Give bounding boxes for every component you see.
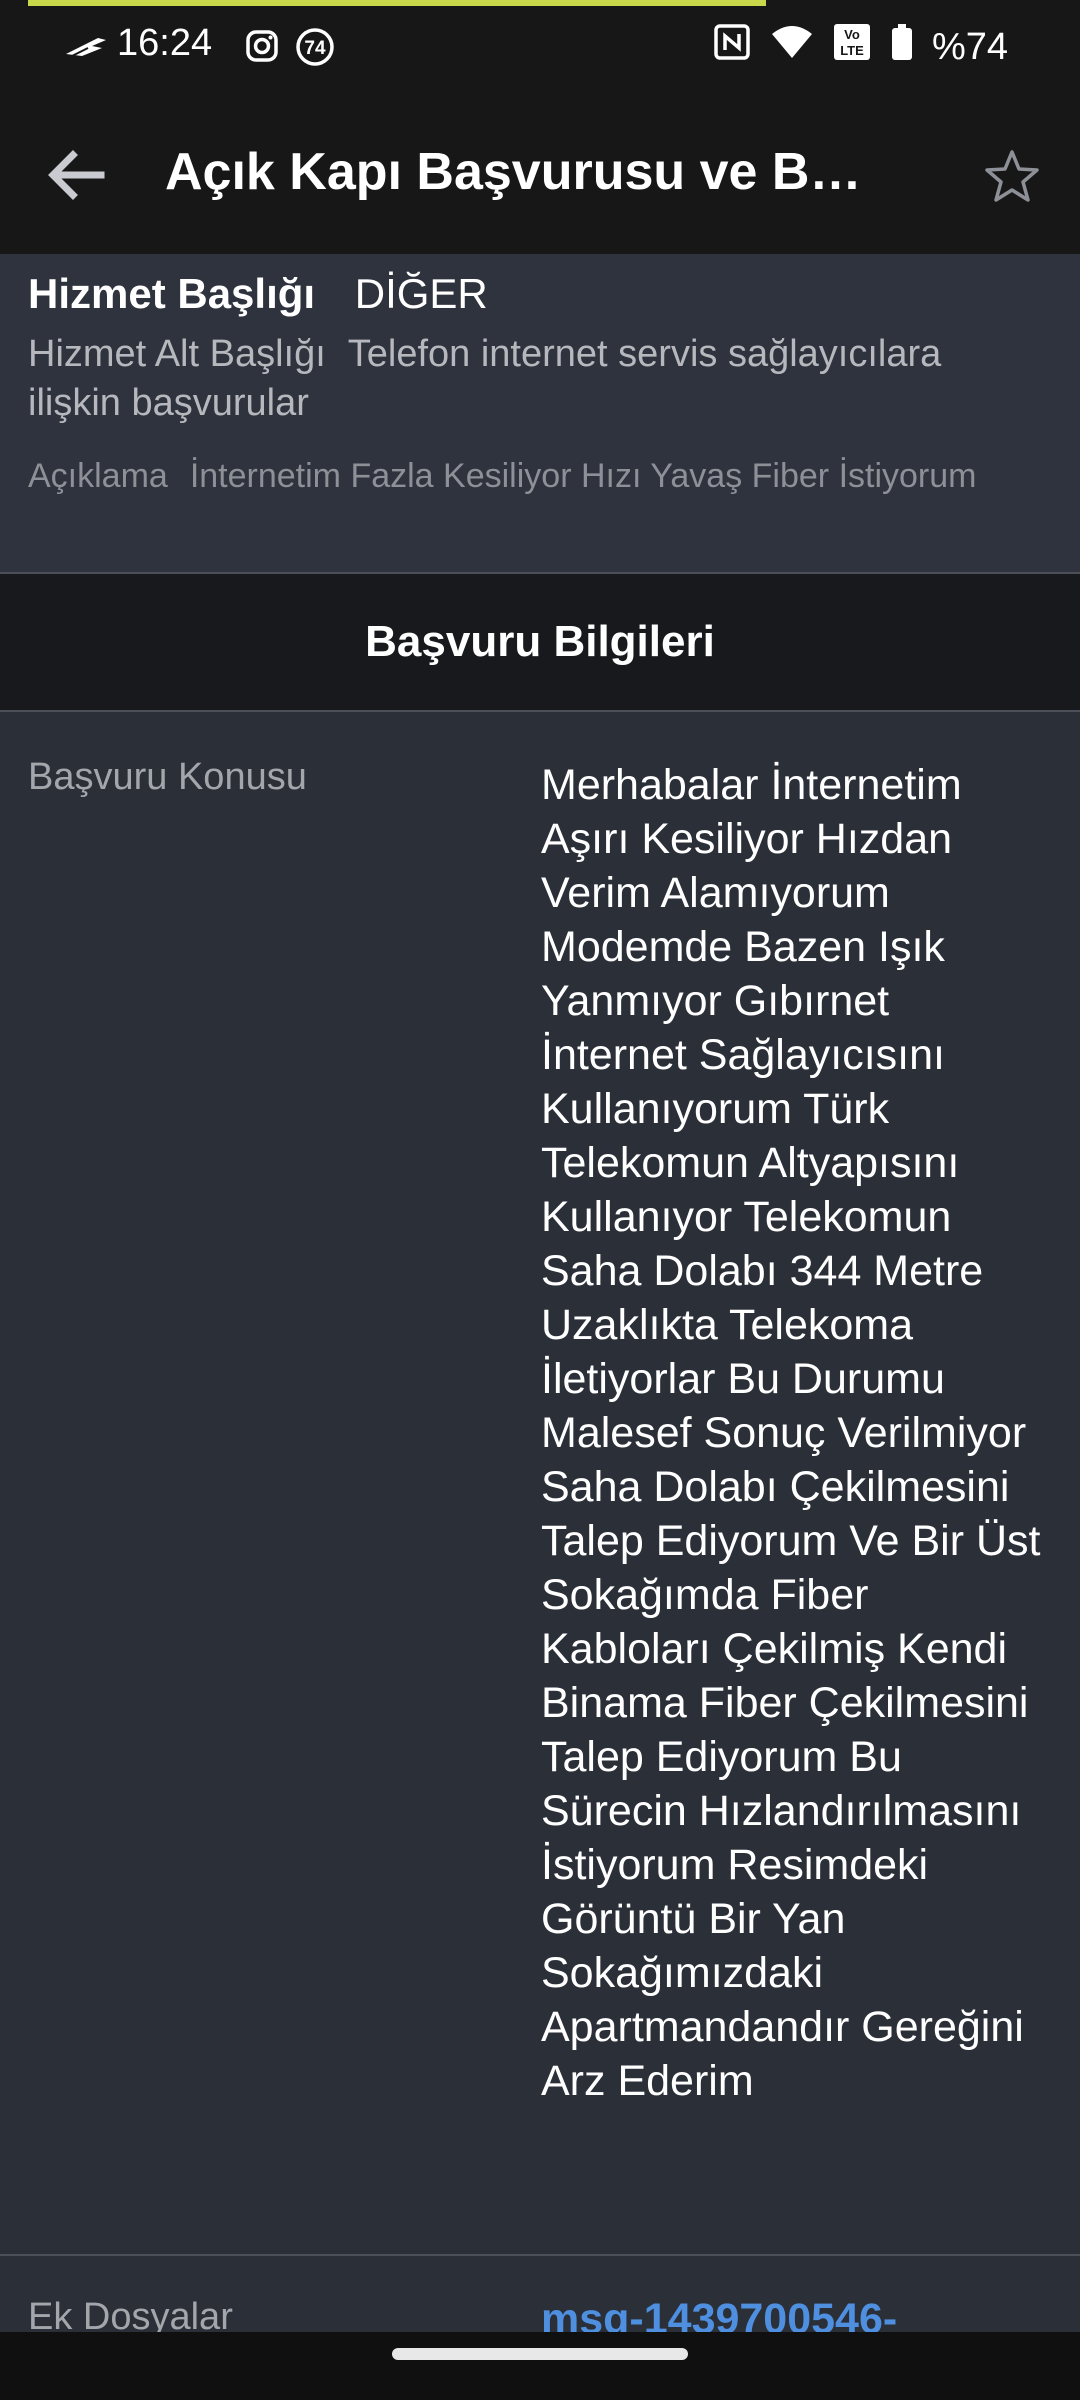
page-title: Açık Kapı Başvurusu ve B… [165, 143, 862, 201]
wifi-icon [770, 22, 814, 72]
favorite-button[interactable] [976, 141, 1048, 213]
svg-text:LTE: LTE [840, 43, 864, 58]
status-time: 16:24 [117, 22, 213, 64]
subject-label: Başvuru Konusu [28, 756, 307, 798]
service-description-value: İnternetim Fazla Kesiliyor Hızı Yavaş Fi… [189, 457, 977, 495]
detail-row-subject: Başvuru Konusu Merhabalar İnternetim Aşı… [0, 712, 1080, 2105]
service-title-label: Hizmet Başlığı [28, 270, 316, 317]
badge-icon: 74 [294, 26, 336, 66]
service-subtitle-row: Hizmet Alt Başlığı Telefon internet servi… [28, 330, 1028, 428]
navigation-bar [0, 2332, 1080, 2400]
back-button[interactable] [35, 135, 115, 215]
screen: 16:24 74 Vo LTE %74 Açık Kapı Başvurusu … [0, 0, 1080, 2400]
battery-percent: %74 [931, 25, 1008, 68]
instagram-icon [242, 26, 282, 66]
subject-value: Merhabalar İnternetim Aşırı Kesiliyor Hı… [541, 761, 1041, 2105]
service-description-row: Açıklama İnternetim Fazla Kesiliyor Hızı … [28, 452, 1028, 501]
volte-icon: Vo LTE [832, 22, 872, 72]
service-subtitle-label: Hizmet Alt Başlığı [28, 333, 326, 375]
app-bar: Açık Kapı Başvurusu ve B… [0, 95, 1080, 254]
star-outline-icon [985, 150, 1039, 202]
nfc-icon [712, 22, 752, 72]
service-title-row: Hizmet Başlığı DİĞER [28, 270, 488, 318]
service-description-label: Açıklama [28, 457, 168, 495]
rog-icon [62, 26, 110, 66]
svg-text:Vo: Vo [844, 27, 860, 42]
section-header: Başvuru Bilgileri [0, 574, 1080, 712]
home-gesture-handle[interactable] [392, 2348, 688, 2360]
service-title-value: DİĞER [354, 270, 488, 317]
status-right-group: Vo LTE %74 [712, 22, 1008, 72]
arrow-left-icon [48, 150, 105, 200]
status-progress-bar [28, 0, 766, 6]
badge-text: 74 [304, 38, 326, 59]
battery-icon [890, 22, 914, 72]
service-info: Hizmet Başlığı DİĞER Hizmet Alt Başlığı T… [0, 254, 1080, 575]
status-bar: 16:24 74 Vo LTE %74 [0, 0, 1080, 95]
detail-row-attachments: Ek Dosyalar msg-1439700546- [0, 2256, 1080, 2343]
